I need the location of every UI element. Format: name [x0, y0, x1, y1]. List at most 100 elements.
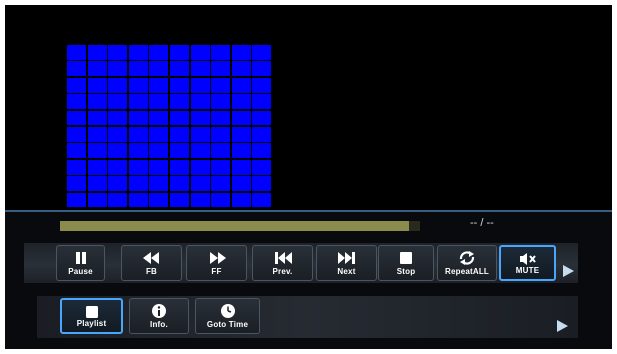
progress-bar[interactable] — [60, 221, 420, 231]
mute-button[interactable]: MUTE — [499, 245, 556, 281]
function-button-bar: Playlist Info. Goto Time — [37, 296, 578, 338]
previous-label: Prev. — [272, 267, 293, 276]
test-pattern-cell — [128, 143, 148, 159]
test-pattern-cell — [108, 110, 128, 126]
test-pattern-cell — [128, 77, 148, 93]
test-pattern-cell — [87, 143, 107, 159]
test-pattern-cell — [169, 77, 189, 93]
test-pattern-cell — [252, 77, 272, 93]
test-pattern-cell — [108, 94, 128, 109]
test-pattern-cell — [67, 77, 86, 93]
test-pattern-cell — [67, 61, 86, 77]
test-pattern-cell — [87, 45, 107, 60]
playlist-icon — [62, 304, 121, 320]
next-button[interactable]: Next — [316, 245, 377, 281]
test-pattern-cell — [149, 61, 169, 77]
test-pattern-cell — [252, 192, 272, 208]
previous-button[interactable]: Prev. — [252, 245, 313, 281]
test-pattern-cell — [169, 110, 189, 126]
test-pattern-cell — [128, 61, 148, 77]
test-pattern-cell — [67, 45, 86, 60]
mute-icon — [501, 251, 554, 267]
repeat-icon — [438, 250, 496, 266]
test-pattern-cell — [87, 94, 107, 109]
test-pattern-cell — [149, 159, 169, 175]
test-pattern-cell — [190, 126, 210, 142]
fast-backward-label: FB — [145, 267, 158, 276]
test-pattern-cell — [231, 94, 251, 109]
test-pattern-cell — [149, 45, 169, 60]
test-pattern-cell — [108, 77, 128, 93]
test-pattern-cell — [190, 61, 210, 77]
test-pattern-cell — [128, 94, 148, 109]
stop-icon — [379, 250, 433, 266]
test-pattern-cell — [190, 159, 210, 175]
test-pattern-cell — [149, 192, 169, 208]
test-pattern-cell — [149, 126, 169, 142]
test-pattern-cell — [252, 143, 272, 159]
test-pattern-cell — [169, 45, 189, 60]
repeat-all-button[interactable]: RepeatALL — [437, 245, 497, 281]
test-pattern-cell — [128, 45, 148, 60]
test-pattern-cell — [108, 61, 128, 77]
info-button[interactable]: Info. — [129, 298, 189, 334]
test-pattern-cell — [108, 126, 128, 142]
test-pattern-cell — [211, 192, 231, 208]
pause-button[interactable]: Pause — [56, 245, 105, 281]
test-pattern-cell — [67, 143, 86, 159]
test-pattern-cell — [211, 143, 231, 159]
test-pattern-cell — [252, 110, 272, 126]
test-pattern-cell — [128, 110, 148, 126]
test-pattern-cell — [190, 143, 210, 159]
test-pattern-grid — [67, 45, 272, 208]
test-pattern-cell — [190, 110, 210, 126]
mute-label: MUTE — [515, 266, 540, 275]
test-pattern-cell — [108, 143, 128, 159]
test-pattern-cell — [252, 61, 272, 77]
test-pattern-cell — [87, 61, 107, 77]
test-pattern-cell — [169, 126, 189, 142]
test-pattern-cell — [67, 126, 86, 142]
test-pattern-cell — [252, 126, 272, 142]
info-icon — [130, 303, 188, 319]
test-pattern-cell — [190, 45, 210, 60]
fast-forward-label: FF — [211, 267, 222, 276]
test-pattern-cell — [169, 159, 189, 175]
time-readout: -- / -- — [470, 217, 494, 229]
test-pattern-cell — [67, 110, 86, 126]
test-pattern-cell — [252, 176, 272, 191]
test-pattern-cell — [108, 45, 128, 60]
test-pattern-cell — [67, 176, 86, 191]
test-pattern-cell — [211, 94, 231, 109]
function-scroll-right-arrow-icon[interactable] — [557, 320, 568, 332]
test-pattern-cell — [231, 61, 251, 77]
test-pattern-cell — [190, 94, 210, 109]
goto-time-button[interactable]: Goto Time — [195, 298, 260, 334]
test-pattern-cell — [231, 45, 251, 60]
playback-button-bar: Pause FB FF Prev. Next Stop RepeatALL MU… — [24, 243, 578, 283]
playback-scroll-right-arrow-icon[interactable] — [563, 265, 574, 277]
test-pattern-cell — [67, 192, 86, 208]
test-pattern-cell — [128, 159, 148, 175]
test-pattern-cell — [190, 192, 210, 208]
test-pattern-cell — [149, 110, 169, 126]
stop-button[interactable]: Stop — [378, 245, 434, 281]
test-pattern-cell — [231, 77, 251, 93]
clock-icon — [196, 303, 259, 319]
playlist-button[interactable]: Playlist — [60, 298, 123, 334]
test-pattern-cell — [211, 126, 231, 142]
goto-time-label: Goto Time — [206, 320, 249, 329]
fast-backward-button[interactable]: FB — [121, 245, 182, 281]
progress-fill — [60, 221, 410, 231]
test-pattern-cell — [169, 143, 189, 159]
test-pattern-cell — [231, 176, 251, 191]
playlist-label: Playlist — [76, 319, 107, 328]
test-pattern-cell — [211, 61, 231, 77]
test-pattern-cell — [149, 176, 169, 191]
test-pattern-cell — [87, 192, 107, 208]
test-pattern-cell — [252, 94, 272, 109]
test-pattern-cell — [211, 110, 231, 126]
fast-forward-button[interactable]: FF — [186, 245, 247, 281]
video-area — [5, 5, 612, 210]
test-pattern-cell — [128, 192, 148, 208]
